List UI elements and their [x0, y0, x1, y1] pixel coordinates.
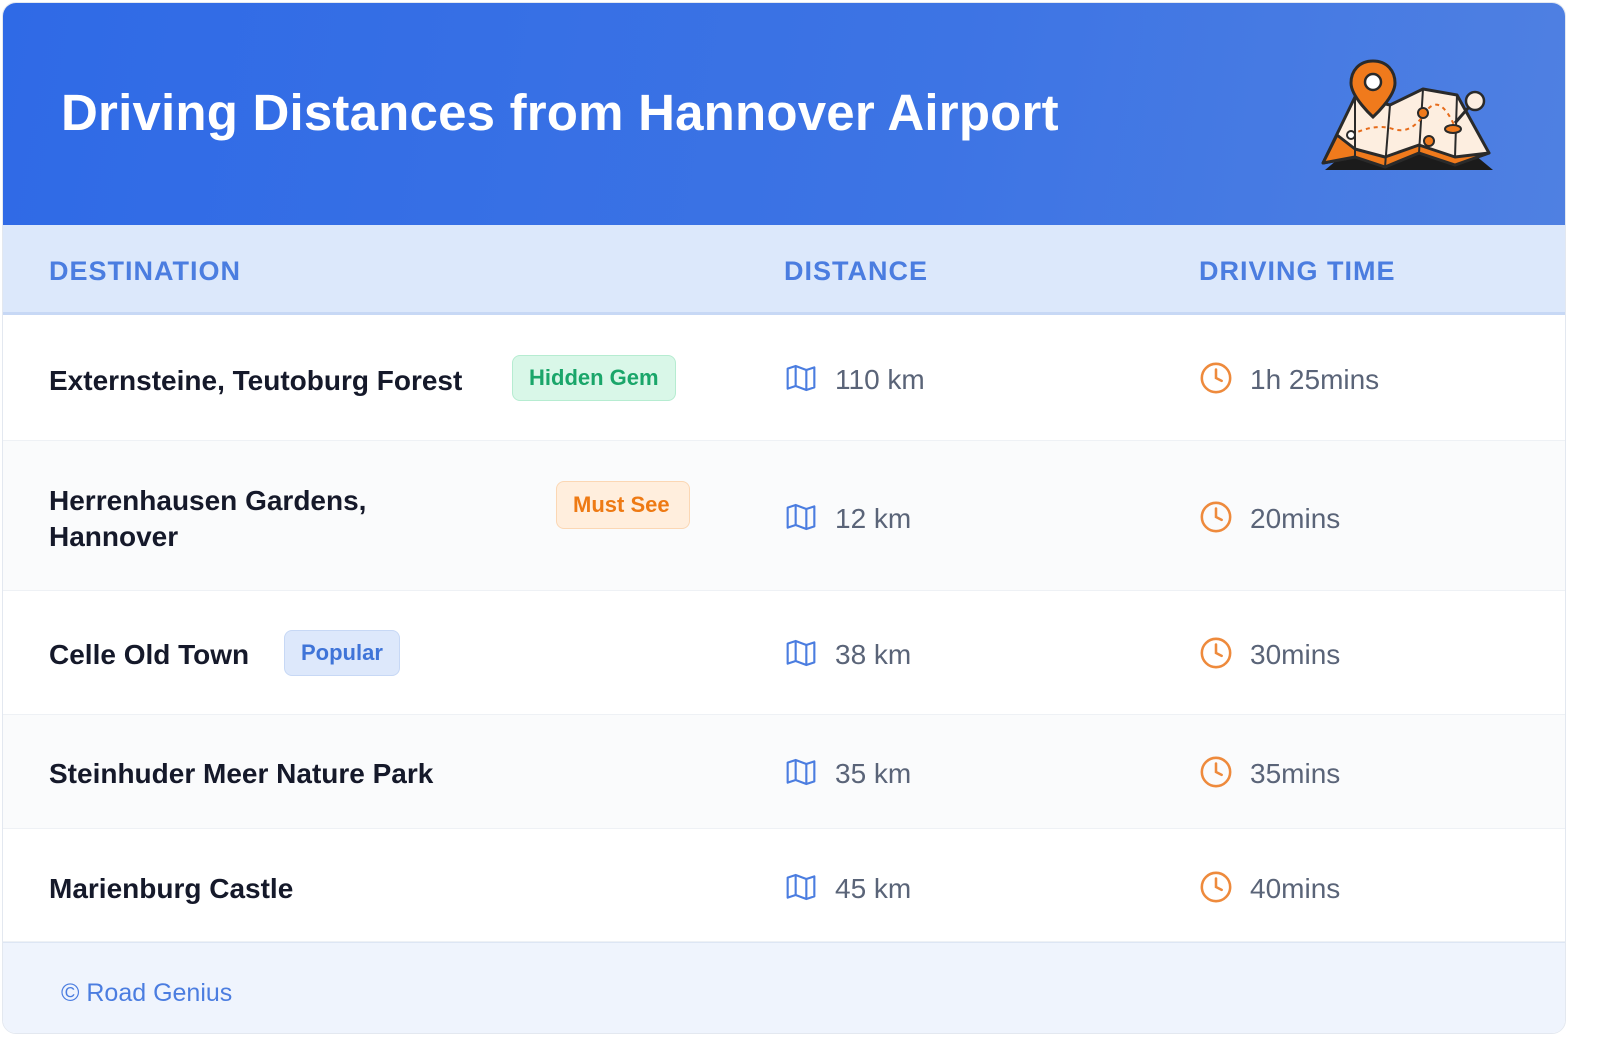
distance-value: 12 km: [835, 503, 912, 534]
map-icon: [786, 364, 816, 392]
map-icon: [786, 503, 816, 531]
destination-name: Steinhuder Meer Nature Park: [49, 758, 434, 789]
clock-icon: [1200, 756, 1232, 788]
column-header-driving-time: DRIVING TIME: [1199, 256, 1396, 286]
driving-time-value: 30mins: [1250, 639, 1341, 670]
table-row: Herrenhausen Gardens, Hannover Must See …: [3, 441, 1565, 591]
driving-time-value: 20mins: [1250, 503, 1341, 534]
table-header-row: DESTINATION DISTANCE DRIVING TIME: [3, 225, 1565, 315]
map-icon: [786, 758, 816, 786]
header-banner: Driving Distances from Hannover Airport: [3, 3, 1565, 225]
page-title: Driving Distances from Hannover Airport: [61, 84, 1059, 141]
table-row: Marienburg Castle 45 km 40mins: [3, 829, 1565, 942]
distance-value: 38 km: [835, 639, 912, 670]
map-icon: [786, 639, 816, 667]
clock-icon: [1200, 362, 1232, 394]
distance-value: 110 km: [835, 364, 925, 395]
must-see-badge: Must See: [556, 481, 690, 529]
clock-icon: [1200, 637, 1232, 669]
destination-name: Externsteine, Teutoburg Forest: [49, 365, 463, 396]
table-row: Steinhuder Meer Nature Park 35 km 35mins: [3, 715, 1565, 829]
table-row: Externsteine, Teutoburg Forest Hidden Ge…: [3, 315, 1565, 441]
map-icon: [786, 873, 816, 901]
destination-name: Herrenhausen Gardens, Hannover: [49, 485, 367, 552]
driving-time-value: 35mins: [1250, 758, 1341, 789]
column-header-destination: DESTINATION: [49, 256, 241, 286]
distance-value: 45 km: [835, 873, 912, 904]
popular-badge: Popular: [284, 630, 400, 676]
column-header-distance: DISTANCE: [784, 256, 929, 286]
copyright-credit: © Road Genius: [61, 979, 233, 1007]
destination-name: Celle Old Town: [49, 639, 250, 670]
distance-value: 35 km: [835, 758, 912, 789]
distance-card: Driving Distances from Hannover Airport: [2, 2, 1566, 1034]
driving-time-value: 1h 25mins: [1250, 364, 1380, 395]
clock-icon: [1200, 501, 1232, 533]
hidden-gem-badge: Hidden Gem: [512, 355, 676, 401]
table-row: Celle Old Town Popular 38 km 30mins: [3, 591, 1565, 715]
driving-time-value: 40mins: [1250, 873, 1341, 904]
map-pin-illustration-icon: [1321, 59, 1493, 170]
footer: © Road Genius: [3, 942, 1565, 1033]
clock-icon: [1200, 871, 1232, 903]
destination-name: Marienburg Castle: [49, 873, 294, 904]
